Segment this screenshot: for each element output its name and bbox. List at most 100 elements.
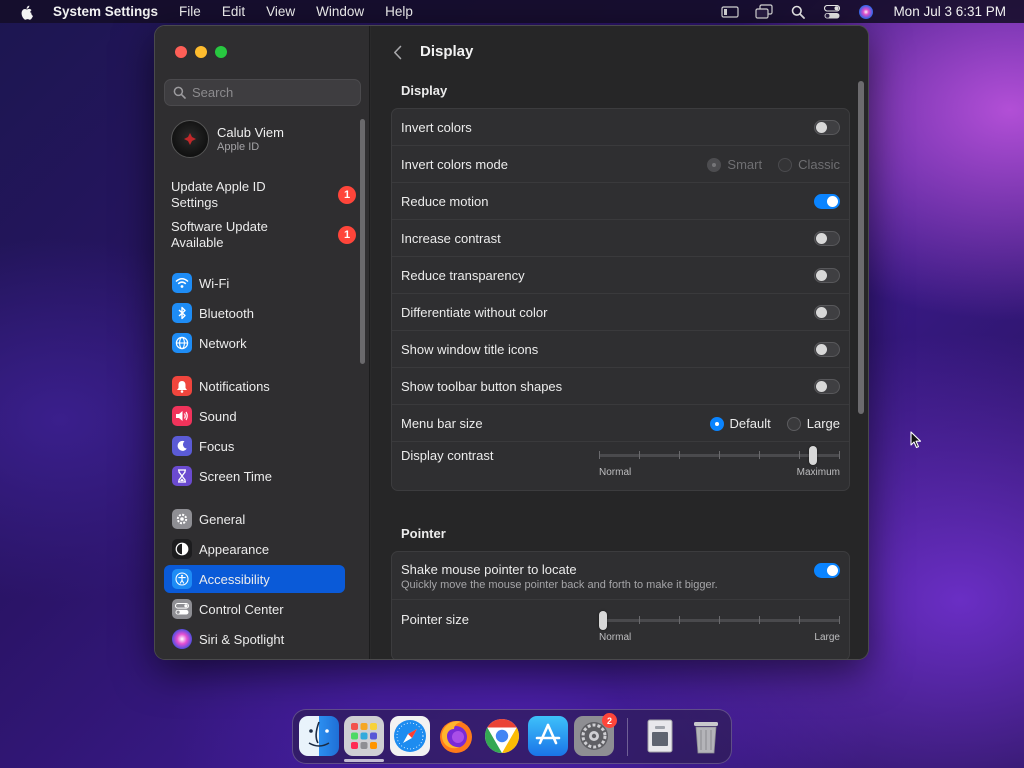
pointer-size-slider[interactable]: Normal Large bbox=[599, 610, 840, 643]
dock-launchpad-icon[interactable] bbox=[344, 716, 384, 756]
radio-default[interactable]: Default bbox=[709, 416, 771, 431]
main-pane: Display Display Invert colors Invert col… bbox=[371, 26, 868, 659]
slider-tick bbox=[599, 451, 600, 459]
notice-badge: 1 bbox=[338, 186, 356, 204]
sidebar-item-notifications[interactable]: Notifications bbox=[164, 372, 345, 400]
slider-tick bbox=[799, 616, 800, 624]
update-apple-id-notice[interactable]: Update Apple ID Settings 1 bbox=[171, 179, 356, 211]
globe-icon bbox=[172, 333, 192, 353]
display-mirror-icon[interactable] bbox=[719, 0, 741, 23]
sidebar-item-appearance[interactable]: Appearance bbox=[164, 535, 345, 563]
dock-safari-icon[interactable] bbox=[390, 716, 430, 756]
sidebar-item-bluetooth[interactable]: Bluetooth bbox=[164, 299, 345, 327]
increase-contrast-label: Increase contrast bbox=[401, 230, 501, 246]
stage-manager-icon[interactable] bbox=[753, 0, 775, 23]
slider-tick bbox=[799, 451, 800, 459]
control-center-menu-icon[interactable] bbox=[821, 0, 843, 23]
dock-chrome-icon[interactable] bbox=[482, 716, 522, 756]
slider-tick bbox=[759, 616, 760, 624]
slider-knob[interactable] bbox=[599, 611, 607, 630]
speaker-icon bbox=[172, 406, 192, 426]
dock-firefox-icon[interactable] bbox=[436, 716, 476, 756]
radio-default-label: Default bbox=[729, 416, 771, 431]
siri-icon bbox=[172, 629, 192, 649]
display-section-title: Display bbox=[401, 83, 448, 98]
sidebar-item-sound[interactable]: Sound bbox=[164, 402, 345, 430]
slider-knob[interactable] bbox=[809, 446, 817, 465]
sidebar-item-focus[interactable]: Focus bbox=[164, 432, 345, 460]
notice-badge: 1 bbox=[338, 226, 356, 244]
radio-classic[interactable]: Classic bbox=[778, 157, 840, 172]
radio-large[interactable]: Large bbox=[786, 416, 840, 431]
menu-file[interactable]: File bbox=[179, 4, 201, 19]
sidebar-item-control-center[interactable]: Control Center bbox=[164, 595, 345, 623]
search-field[interactable]: Search bbox=[164, 79, 361, 106]
zoom-window-button[interactable] bbox=[215, 46, 227, 58]
spotlight-search-icon[interactable] bbox=[787, 0, 809, 23]
sidebar-item-label: Wi-Fi bbox=[199, 275, 230, 291]
dock-settings-badge: 2 bbox=[602, 713, 617, 728]
display-contrast-row: Display contrast Normal Maximum bbox=[392, 442, 849, 490]
menu-window[interactable]: Window bbox=[316, 4, 364, 19]
dock-preview-icon[interactable] bbox=[640, 716, 680, 756]
sidebar-item-label: General bbox=[199, 511, 246, 527]
show-window-title-icons-toggle[interactable] bbox=[814, 342, 840, 357]
sidebar-item-general[interactable]: General bbox=[164, 505, 345, 533]
shake-to-locate-toggle[interactable] bbox=[814, 563, 840, 578]
menu-edit[interactable]: Edit bbox=[222, 4, 245, 19]
dock-running-indicator bbox=[344, 759, 384, 762]
dock-app-store-icon[interactable] bbox=[528, 716, 568, 756]
differentiate-without-color-row: Differentiate without color bbox=[392, 294, 849, 331]
accessibility-icon bbox=[172, 569, 192, 589]
window-controls bbox=[175, 46, 227, 58]
main-scrollbar[interactable] bbox=[858, 81, 864, 414]
avatar bbox=[171, 120, 209, 158]
reduce-motion-row: Reduce motion bbox=[392, 183, 849, 220]
apple-id-account[interactable]: Calub Viem Apple ID bbox=[171, 120, 284, 158]
reduce-motion-toggle[interactable] bbox=[814, 194, 840, 209]
minimize-window-button[interactable] bbox=[195, 46, 207, 58]
sidebar-item-network[interactable]: Network bbox=[164, 329, 345, 357]
radio-smart[interactable]: Smart bbox=[707, 157, 762, 172]
close-window-button[interactable] bbox=[175, 46, 187, 58]
slider-tick bbox=[639, 451, 640, 459]
pointer-settings-group: Shake mouse pointer to locate Quickly mo… bbox=[391, 551, 850, 659]
increase-contrast-toggle[interactable] bbox=[814, 231, 840, 246]
slider-tick bbox=[639, 616, 640, 624]
dock-finder-icon[interactable] bbox=[299, 716, 339, 756]
menu-help[interactable]: Help bbox=[385, 4, 413, 19]
account-name: Calub Viem bbox=[217, 125, 284, 140]
menu-bar: System Settings File Edit View Window He… bbox=[0, 0, 1024, 23]
sidebar-item-screen-time[interactable]: Screen Time bbox=[164, 462, 345, 490]
sidebar-item-wifi[interactable]: Wi-Fi bbox=[164, 269, 345, 297]
menu-view[interactable]: View bbox=[266, 4, 295, 19]
slider-max-label: Large bbox=[814, 632, 840, 643]
differentiate-without-color-toggle[interactable] bbox=[814, 305, 840, 320]
back-button[interactable] bbox=[389, 43, 405, 61]
slider-tick bbox=[839, 616, 840, 624]
apple-menu-icon[interactable] bbox=[19, 4, 35, 20]
sidebar-item-siri-spotlight[interactable]: Siri & Spotlight bbox=[164, 625, 345, 653]
sidebar-item-label: Control Center bbox=[199, 601, 284, 617]
slider-min-label: Normal bbox=[599, 467, 632, 478]
reduce-transparency-toggle[interactable] bbox=[814, 268, 840, 283]
slider-tick bbox=[759, 451, 760, 459]
menu-clock[interactable]: Mon Jul 3 6:31 PM bbox=[893, 4, 1006, 19]
sidebar-item-label: Screen Time bbox=[199, 468, 272, 484]
sidebar-item-label: Notifications bbox=[199, 378, 270, 394]
dock-trash-icon[interactable] bbox=[686, 716, 726, 756]
search-icon bbox=[173, 86, 186, 99]
software-update-notice[interactable]: Software Update Available 1 bbox=[171, 219, 356, 251]
invert-colors-toggle[interactable] bbox=[814, 120, 840, 135]
slider-tick bbox=[679, 616, 680, 624]
show-toolbar-button-shapes-toggle[interactable] bbox=[814, 379, 840, 394]
shake-to-locate-row: Shake mouse pointer to locate Quickly mo… bbox=[392, 552, 849, 600]
appearance-icon bbox=[172, 539, 192, 559]
show-toolbar-button-shapes-label: Show toolbar button shapes bbox=[401, 378, 563, 394]
sidebar-scrollbar[interactable] bbox=[360, 119, 365, 364]
sidebar-item-accessibility[interactable]: Accessibility bbox=[164, 565, 345, 593]
display-contrast-slider[interactable]: Normal Maximum bbox=[599, 445, 840, 478]
menu-app-name[interactable]: System Settings bbox=[53, 4, 158, 19]
shake-to-locate-description: Quickly move the mouse pointer back and … bbox=[401, 579, 718, 591]
siri-menu-icon[interactable] bbox=[855, 0, 877, 23]
